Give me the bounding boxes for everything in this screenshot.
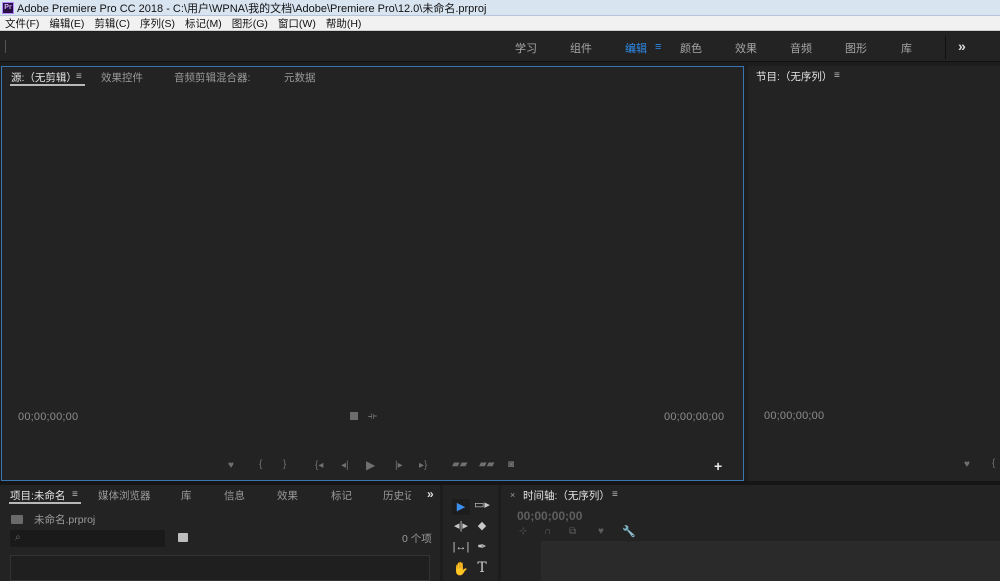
hand-tool-icon[interactable]: ✋ [452, 560, 470, 576]
timeline-timecode[interactable]: 00;00;00;00 [517, 509, 582, 523]
linked-selection-icon[interactable]: ⧉ [569, 527, 576, 537]
tab-metadata[interactable]: 元数据 [284, 70, 316, 85]
project-item-list[interactable] [10, 555, 430, 581]
menu-clip[interactable]: 剪辑(C) [94, 16, 130, 31]
razor-tool-icon[interactable]: ◆ [473, 518, 491, 534]
project-search-input[interactable] [10, 530, 165, 547]
project-file-name: 未命名.prproj [34, 514, 96, 526]
tab-effects[interactable]: 效果 [277, 488, 298, 503]
workspace-tab-libraries[interactable]: 库 [901, 40, 912, 56]
workspace-separator [945, 36, 946, 59]
source-monitor-panel: 源:（无剪辑） ≡ 效果控件 音频剪辑混合器: 元数据 00;00;00;00 … [1, 66, 744, 481]
drag-video-icon[interactable]: ⟛ [368, 412, 377, 422]
workspace-tab-audio[interactable]: 音频 [790, 40, 812, 56]
go-to-out-icon[interactable]: ▸} [419, 461, 427, 471]
go-to-in-icon[interactable]: {◂ [315, 461, 323, 471]
nest-icon[interactable]: ⊹ [519, 527, 527, 537]
menu-file[interactable]: 文件(F) [5, 16, 39, 31]
timeline-close-icon[interactable]: × [510, 490, 515, 500]
search-icon: ⌕ [15, 532, 21, 543]
project-active-tab-indicator [9, 502, 81, 504]
source-playhead-timecode[interactable]: 00;00;00;00 [18, 411, 78, 423]
play-icon[interactable]: ▶ [366, 459, 375, 471]
program-monitor-panel: 节目:（无序列） ≡ 00;00;00;00 ♥ { [748, 66, 1000, 481]
workspace-tab-editing[interactable]: 编辑 [625, 40, 647, 56]
menu-window[interactable]: 窗口(W) [278, 16, 316, 31]
overwrite-icon[interactable]: ▰▰ [479, 460, 494, 470]
workspace-tab-color[interactable]: 颜色 [680, 40, 702, 56]
menu-bar: 文件(F) 编辑(E) 剪辑(C) 序列(S) 标记(M) 图形(G) 窗口(W… [0, 16, 1000, 31]
insert-icon[interactable]: ▰▰ [452, 460, 467, 470]
workspace-menu-icon[interactable]: ≡ [655, 41, 661, 53]
export-frame-icon[interactable]: ◙ [508, 460, 514, 470]
menu-help[interactable]: 帮助(H) [326, 16, 362, 31]
tab-audio-clip-mixer[interactable]: 音频剪辑混合器: [174, 70, 250, 85]
title-bar: Pr Adobe Premiere Pro CC 2018 - C:\用户\WP… [0, 0, 1000, 16]
step-forward-icon[interactable]: |▸ [395, 461, 403, 471]
tab-project[interactable]: 项目:未命名 [10, 488, 65, 503]
snap-icon[interactable]: ∩ [544, 527, 551, 537]
type-tool-icon[interactable]: T [473, 560, 491, 576]
workspace-bar: 学习 组件 编辑 ≡ 颜色 效果 音频 图形 库 » [0, 32, 1000, 62]
source-duration-timecode: 00;00;00;00 [664, 411, 725, 423]
menu-sequence[interactable]: 序列(S) [140, 16, 175, 31]
mark-out-icon[interactable]: } [283, 460, 286, 470]
timeline-panel-menu-icon[interactable]: ≡ [612, 489, 618, 500]
selection-tool-icon[interactable]: ▶ [452, 499, 470, 515]
mark-in-icon[interactable]: { [259, 460, 262, 470]
tab-markers[interactable]: 标记 [331, 488, 352, 503]
workspace-overflow-icon[interactable]: » [958, 38, 966, 54]
window-title: Adobe Premiere Pro CC 2018 - C:\用户\WPNA\… [17, 2, 487, 15]
add-marker-icon[interactable]: ♥ [598, 527, 604, 537]
slip-tool-icon[interactable]: |↔| [452, 539, 470, 555]
tab-libraries[interactable]: 库 [181, 488, 192, 503]
timeline-track-area[interactable] [541, 541, 1000, 581]
settings-icon[interactable] [350, 412, 358, 420]
active-tab-indicator [10, 84, 85, 86]
menu-graphics[interactable]: 图形(G) [232, 16, 268, 31]
timeline-title[interactable]: 时间轴:（无序列） [523, 488, 610, 503]
project-panel-menu-icon[interactable]: ≡ [72, 489, 78, 500]
tab-info[interactable]: 信息 [224, 488, 245, 503]
menu-edit[interactable]: 编辑(E) [49, 16, 84, 31]
tab-program[interactable]: 节目:（无序列） [756, 69, 832, 84]
workspace-tab-assembly[interactable]: 组件 [570, 40, 592, 56]
project-item-count: 0 个项 [402, 533, 432, 545]
project-folder-icon [11, 515, 23, 524]
find-icon[interactable] [178, 533, 188, 542]
pen-tool-icon[interactable]: ✒ [473, 539, 491, 555]
program-mark-in-icon[interactable]: { [992, 459, 995, 469]
workspace-grip[interactable] [5, 40, 6, 53]
program-marker-icon[interactable]: ♥ [964, 460, 970, 470]
menu-markers[interactable]: 标记(M) [185, 16, 222, 31]
program-panel-menu-icon[interactable]: ≡ [834, 70, 840, 81]
button-editor-add-icon[interactable]: + [714, 459, 722, 473]
premiere-logo-icon: Pr [2, 1, 14, 14]
ripple-edit-tool-icon[interactable]: ◂|▸ [452, 518, 470, 534]
workspace-tab-effects[interactable]: 效果 [735, 40, 757, 56]
timeline-panel: × 时间轴:（无序列） ≡ 00;00;00;00 ⊹ ∩ ⧉ ♥ 🔧 [501, 485, 1000, 581]
tools-panel: ▶ ▭▸ ◂|▸ ◆ |↔| ✒ ✋ T [443, 485, 498, 581]
program-playhead-timecode[interactable]: 00;00;00;00 [764, 410, 824, 422]
tab-history[interactable]: 历史记 [383, 488, 411, 503]
step-back-icon[interactable]: ◂| [341, 461, 349, 471]
wrench-icon[interactable]: 🔧 [622, 527, 636, 538]
tab-media-browser[interactable]: 媒体浏览器 [98, 488, 151, 503]
project-panel: 项目:未命名 ≡ 媒体浏览器 库 信息 效果 标记 历史记 » 未命名.prpr… [0, 485, 440, 581]
source-panel-menu-icon[interactable]: ≡ [76, 71, 82, 82]
tab-source[interactable]: 源:（无剪辑） [11, 70, 77, 85]
workspace-tab-graphics[interactable]: 图形 [845, 40, 867, 56]
marker-icon[interactable]: ♥ [228, 461, 234, 471]
track-select-tool-icon[interactable]: ▭▸ [473, 497, 491, 513]
tab-effect-controls[interactable]: 效果控件 [101, 70, 143, 85]
workspace-tab-learn[interactable]: 学习 [515, 40, 537, 56]
project-overflow-icon[interactable]: » [427, 487, 434, 501]
